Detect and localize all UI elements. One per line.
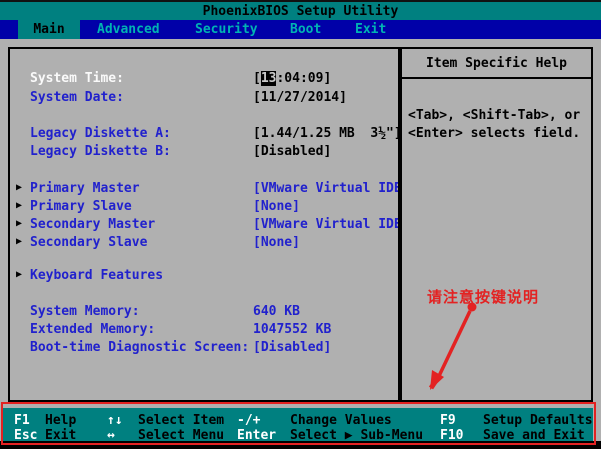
submenu-arrow-icon: ▶ [16,236,23,247]
setting-label: Primary Master [30,181,140,196]
setting-label: System Date: [30,90,124,105]
tab-exit[interactable]: Exit [355,20,386,39]
setting-label: System Time: [30,71,124,86]
row-system-memory: System Memory: 640 KB [0,304,396,320]
time-hours-selected[interactable]: 13 [260,71,277,86]
setting-label: Legacy Diskette A: [30,126,171,141]
row-boot-time-diagnostic[interactable]: Boot-time Diagnostic Screen: [Disabled] [0,340,396,356]
setting-value[interactable]: [Disabled] [253,340,331,355]
tab-security[interactable]: Security [195,20,258,39]
tab-main[interactable]: Main [18,20,80,39]
help-line-2: <Enter> selects field. [408,126,581,141]
setting-value[interactable]: [1.44/1.25 MB 3½"] [253,126,402,141]
setting-value[interactable]: [None] [253,235,300,250]
help-panel: Item Specific Help <Tab>, <Shift-Tab>, o… [400,47,593,402]
help-panel-header: Item Specific Help [402,49,591,79]
row-system-date[interactable]: System Date: [11/27/2014] [0,90,396,106]
row-primary-master[interactable]: ▶ Primary Master [VMware Virtual IDE [0,181,398,197]
time-rest: :04:09] [276,71,332,86]
annotation-note: 请注意按键说明 [427,288,540,306]
row-legacy-diskette-b[interactable]: Legacy Diskette B: [Disabled] [0,144,396,160]
setting-value[interactable]: [VMware Virtual IDE [253,217,398,232]
submenu-arrow-icon: ▶ [16,218,23,229]
row-legacy-diskette-a[interactable]: Legacy Diskette A: [1.44/1.25 MB 3½"] [0,126,402,142]
submenu-arrow-icon: ▶ [16,182,23,193]
setting-label: Keyboard Features [30,268,164,283]
setting-value[interactable]: [Disabled] [253,144,331,159]
row-primary-slave[interactable]: ▶ Primary Slave [None] [0,199,396,215]
annotation-highlight-box [1,402,596,445]
row-secondary-master[interactable]: ▶ Secondary Master [VMware Virtual IDE [0,217,398,233]
setting-label: Secondary Master [30,217,156,232]
setting-value: 640 KB [253,304,300,319]
page-title: PhoenixBIOS Setup Utility [202,3,399,19]
setting-label: Extended Memory: [30,322,156,337]
setting-label: System Memory: [30,304,140,319]
title-bar: PhoenixBIOS Setup Utility [0,2,601,20]
setting-value[interactable]: [11/27/2014] [253,90,347,105]
setting-label: Secondary Slave [30,235,148,250]
setting-value[interactable]: [13:04:09] [253,71,331,86]
setting-label: Boot-time Diagnostic Screen: [30,340,250,355]
menu-bar: Main Advanced Security Boot Exit [0,20,601,39]
time-bracket: [ [253,71,261,86]
setting-value[interactable]: [VMware Virtual IDE [253,181,398,196]
submenu-arrow-icon: ▶ [16,269,23,280]
help-title: Item Specific Help [426,55,567,71]
row-extended-memory: Extended Memory: 1047552 KB [0,322,396,338]
setting-label: Primary Slave [30,199,132,214]
tab-advanced[interactable]: Advanced [97,20,160,39]
bios-setup-screen: PhoenixBIOS Setup Utility Main Advanced … [0,0,601,449]
help-line-1: <Tab>, <Shift-Tab>, or [408,108,581,123]
setting-label: Legacy Diskette B: [30,144,171,159]
row-secondary-slave[interactable]: ▶ Secondary Slave [None] [0,235,396,251]
row-system-time[interactable]: System Time: [13:04:09] [0,71,396,87]
row-keyboard-features[interactable]: ▶ Keyboard Features [0,268,396,284]
setting-value: 1047552 KB [253,322,332,337]
tab-boot[interactable]: Boot [290,20,321,39]
setting-value[interactable]: [None] [253,199,300,214]
help-text: <Tab>, <Shift-Tab>, or <Enter> selects fi… [402,79,591,143]
submenu-arrow-icon: ▶ [16,200,23,211]
